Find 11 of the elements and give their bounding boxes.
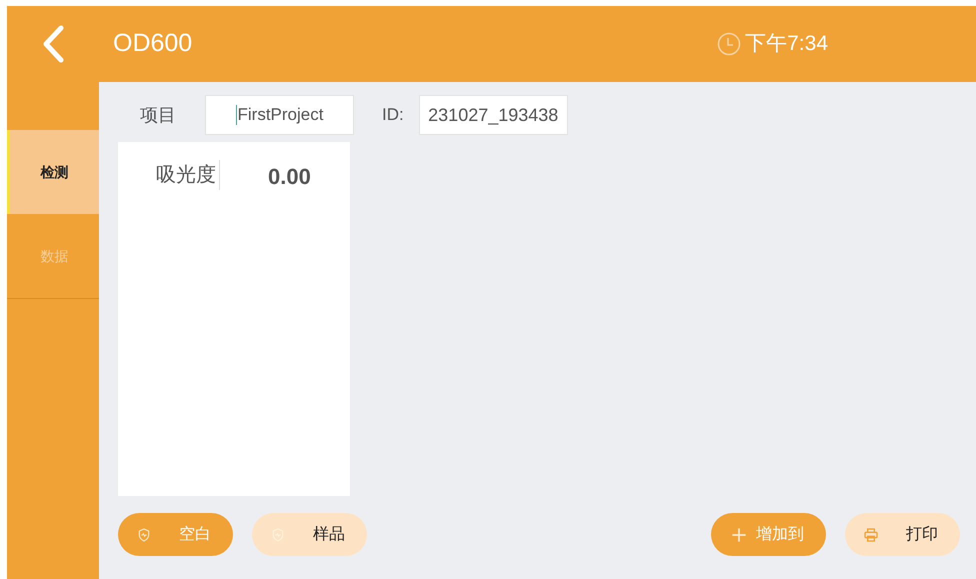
action-button[interactable]: 打印 [845, 513, 960, 556]
id-label: ID: [382, 104, 404, 126]
project-field[interactable]: FirstProject [205, 95, 354, 135]
action-button[interactable]: 样品 [252, 513, 367, 556]
sidebar-tab[interactable]: 检测 [7, 130, 99, 214]
absorbance-value: 0.00 [268, 163, 311, 191]
id-field[interactable]: 231027_193438 [418, 95, 568, 135]
clock-time: 下午7:34 [745, 31, 828, 58]
absorbance-label: 吸光度 [156, 160, 220, 190]
app-title: OD600 [113, 28, 192, 60]
project-label: 项目 [140, 104, 177, 126]
